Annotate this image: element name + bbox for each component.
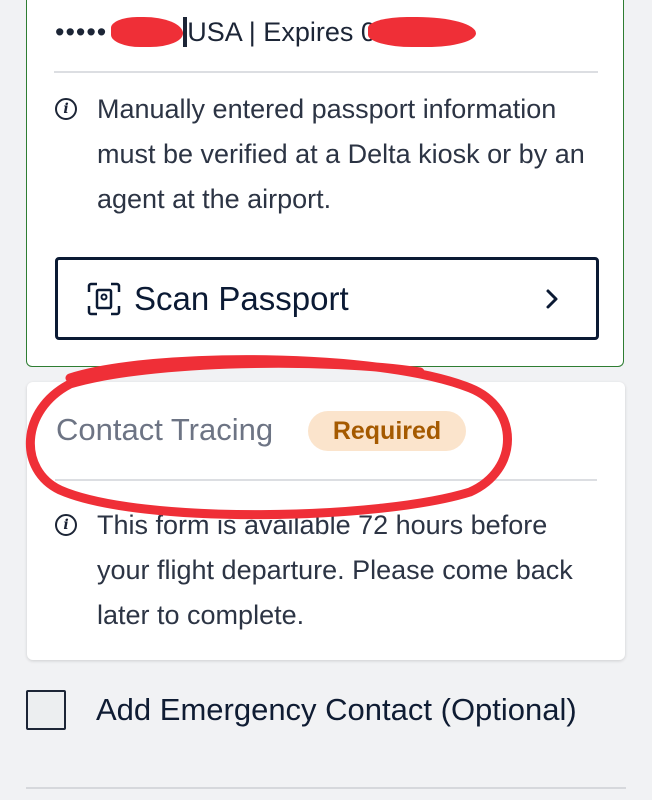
chevron-right-icon (546, 289, 558, 309)
passport-info-text: Manually entered passport information mu… (97, 94, 585, 214)
scan-passport-label: Scan Passport (134, 279, 349, 317)
redaction-mark (367, 17, 476, 47)
divider (26, 787, 626, 789)
info-icon: i (55, 514, 77, 536)
contact-info-row: i This form is available 72 hours before… (55, 503, 605, 638)
scan-passport-button[interactable]: Scan Passport (55, 257, 599, 340)
emergency-contact-row[interactable]: Add Emergency Contact (Optional) (26, 690, 577, 730)
emergency-contact-checkbox[interactable] (26, 690, 66, 730)
divider (54, 71, 598, 73)
passport-country-expiry: USA | Expires 0 (187, 16, 376, 47)
contact-tracing-card[interactable]: Contact Tracing Required i This form is … (27, 382, 625, 660)
contact-info-text: This form is available 72 hours before y… (97, 510, 573, 630)
redaction-mark (111, 17, 184, 47)
contact-tracing-title: Contact Tracing (56, 412, 274, 447)
emergency-contact-label[interactable]: Add Emergency Contact (Optional) (96, 692, 577, 728)
scan-document-icon (87, 282, 121, 315)
passport-card: ••••• USA | Expires 0 i Manually entered… (26, 0, 624, 367)
required-badge: Required (308, 411, 466, 451)
passport-summary: ••••• USA | Expires 0 (55, 12, 476, 52)
passport-info-row: i Manually entered passport information … (55, 87, 605, 222)
divider (55, 479, 597, 481)
info-icon: i (55, 98, 77, 120)
masked-passport-number: ••••• (55, 16, 108, 47)
